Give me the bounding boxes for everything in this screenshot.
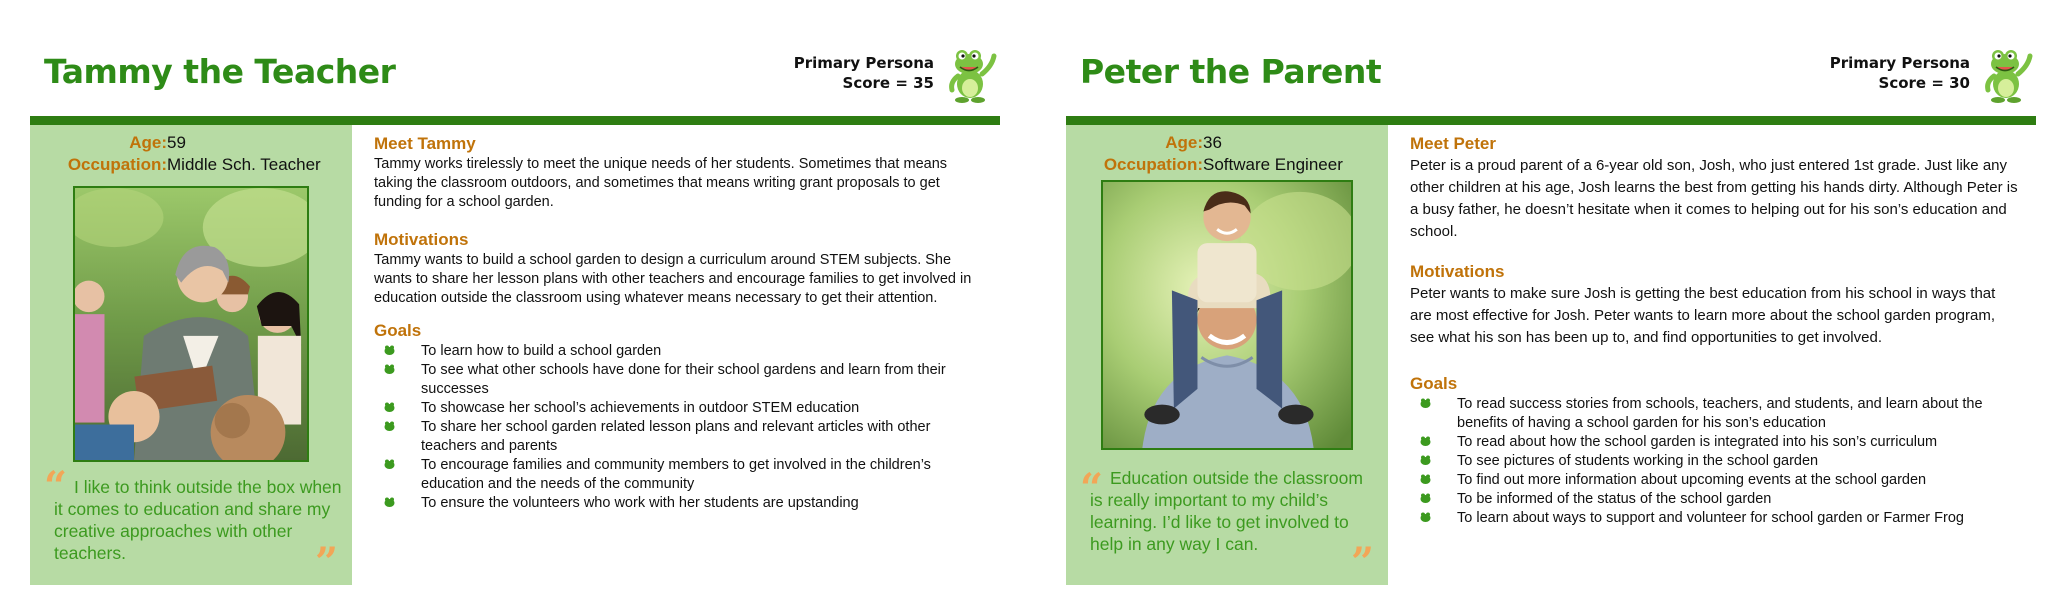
persona-rank: Primary Persona Score = 30 (1830, 53, 1970, 93)
persona-title: Peter the Parent (1080, 52, 1382, 91)
goal-item: To find out more information about upcom… (1420, 471, 2020, 490)
frog-bullet-icon (384, 402, 395, 412)
meet-heading: Meet Peter (1410, 134, 1496, 153)
goal-text: To share her school garden related lesso… (421, 419, 931, 454)
persona-quote: I like to think outside the box when it … (54, 477, 342, 563)
persona-type-label: Primary Persona (793, 54, 934, 72)
occupation-row: Occupation: Middle Sch. Teacher (30, 155, 352, 177)
teacher-with-students-photo (73, 186, 309, 462)
meet-heading: Meet Tammy (374, 134, 476, 153)
goal-text: To learn how to build a school garden (421, 343, 662, 359)
goal-text: To be informed of the status of the scho… (1457, 491, 1772, 507)
frog-bullet-icon (1420, 455, 1431, 465)
persona-title: Tammy the Teacher (44, 52, 396, 91)
persona-sidebar: Age: 59 Occupation: Middle Sch. Teacher (30, 125, 352, 585)
persona-details: Meet Peter Peter is a proud parent of a … (1410, 133, 2020, 528)
persona-card-peter: Peter the Parent Primary Persona Score =… (1066, 0, 2036, 614)
motivations-heading: Motivations (1410, 262, 1505, 281)
quote-close-mark: ” (1350, 539, 1374, 586)
goal-text: To ensure the volunteers who work with h… (421, 495, 859, 511)
persona-rank: Primary Persona Score = 35 (794, 53, 934, 93)
goals-list: To learn how to build a school garden To… (384, 342, 984, 513)
occupation-label: Occupation: (1103, 155, 1203, 174)
persona-sidebar: Age: 36 Occupation: Software Engineer “ … (1066, 125, 1388, 585)
frog-bullet-icon (384, 345, 395, 355)
header-rule (1066, 116, 2036, 125)
goal-item: To ensure the volunteers who work with h… (384, 494, 984, 513)
father-with-son-photo (1101, 180, 1353, 450)
age-row: Age: 59 (30, 133, 352, 155)
goals-list: To read success stories from schools, te… (1420, 395, 2020, 528)
frog-bullet-icon (1420, 436, 1431, 446)
goal-item: To see pictures of students working in t… (1420, 452, 2020, 471)
goal-item: To share her school garden related lesso… (384, 418, 984, 456)
frog-bullet-icon (1420, 493, 1431, 503)
frog-bullet-icon (1420, 474, 1431, 484)
goal-item: To showcase her school’s achievements in… (384, 399, 984, 418)
motivations-heading: Motivations (374, 230, 469, 249)
goal-item: To see what other schools have done for … (384, 361, 984, 399)
frog-bullet-icon (384, 459, 395, 469)
persona-card-tammy: Tammy the Teacher Primary Persona Score … (30, 0, 1000, 614)
persona-score: Score = 30 (1878, 74, 1970, 92)
persona-score: Score = 35 (842, 74, 934, 92)
persona-header: Tammy the Teacher Primary Persona Score … (30, 0, 1000, 120)
goal-item: To be informed of the status of the scho… (1420, 490, 2020, 509)
frog-bullet-icon (1420, 512, 1431, 522)
goals-heading: Goals (1410, 374, 1458, 393)
goal-text: To read success stories from schools, te… (1457, 396, 1983, 431)
goal-item: To read about how the school garden is i… (1420, 433, 2020, 452)
persona-details: Meet Tammy Tammy works tirelessly to mee… (374, 133, 984, 513)
goal-text: To read about how the school garden is i… (1457, 434, 1938, 450)
persona-header: Peter the Parent Primary Persona Score =… (1066, 0, 2036, 120)
goal-text: To learn about ways to support and volun… (1457, 510, 1964, 526)
occupation-row: Occupation: Software Engineer (1066, 155, 1388, 177)
goal-item: To learn how to build a school garden (384, 342, 984, 361)
motivations-text: Peter wants to make sure Josh is getting… (1410, 285, 1996, 346)
age-label: Age: (129, 133, 167, 152)
frog-bullet-icon (384, 497, 395, 507)
goal-text: To see what other schools have done for … (421, 362, 946, 397)
age-value: 59 (167, 133, 186, 152)
persona-type-label: Primary Persona (1829, 54, 1970, 72)
occupation-label: Occupation: (67, 155, 167, 174)
persona-quote: Education outside the classroom is reall… (1090, 468, 1363, 554)
header-rule (30, 116, 1000, 125)
age-value: 36 (1203, 133, 1222, 152)
frog-mascot-icon (1985, 50, 2033, 103)
goals-heading: Goals (374, 321, 422, 340)
meet-text: Peter is a proud parent of a 6-year old … (1410, 157, 2018, 240)
motivations-text: Tammy wants to build a school garden to … (374, 252, 972, 306)
age-label: Age: (1165, 133, 1203, 152)
age-row: Age: 36 (1066, 133, 1388, 155)
occupation-value: Software Engineer (1203, 155, 1343, 174)
goal-item: To read success stories from schools, te… (1420, 395, 2020, 433)
goal-text: To encourage families and community memb… (421, 457, 931, 492)
occupation-value: Middle Sch. Teacher (167, 155, 321, 174)
frog-bullet-icon (1420, 398, 1431, 408)
goal-item: To learn about ways to support and volun… (1420, 509, 2020, 528)
goal-text: To see pictures of students working in t… (1457, 453, 1819, 469)
frog-bullet-icon (384, 421, 395, 431)
goal-text: To find out more information about upcom… (1457, 472, 1927, 488)
goal-item: To encourage families and community memb… (384, 456, 984, 494)
quote-close-mark: ” (314, 539, 338, 586)
frog-mascot-icon (949, 50, 997, 103)
goal-text: To showcase her school’s achievements in… (421, 400, 860, 416)
meet-text: Tammy works tirelessly to meet the uniqu… (374, 156, 948, 210)
frog-bullet-icon (384, 364, 395, 374)
